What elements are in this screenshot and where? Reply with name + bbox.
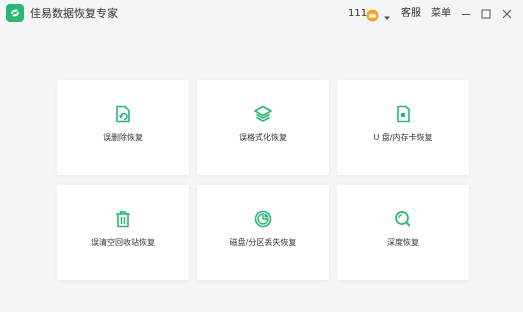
card-deep-recovery[interactable]: 深度恢复 xyxy=(337,185,469,280)
maximize-button[interactable] xyxy=(479,6,493,20)
card-label: 误删除恢复 xyxy=(103,133,143,142)
card-deleted-recovery[interactable]: 误删除恢复 xyxy=(57,80,189,175)
card-label: 误格式化恢复 xyxy=(239,133,287,142)
card-label: 磁盘/分区丢失恢复 xyxy=(229,238,297,247)
app-title: 佳易数据恢复专家 xyxy=(30,7,118,20)
coin-count: 111 xyxy=(348,8,368,19)
close-button[interactable] xyxy=(500,6,514,20)
sd-card-icon xyxy=(393,104,413,124)
layers-icon xyxy=(253,104,273,124)
chevron-down-icon[interactable] xyxy=(382,8,392,20)
app-logo-icon xyxy=(6,4,24,22)
card-usb-sd-recovery[interactable]: U 盘/内存卡恢复 xyxy=(337,80,469,175)
card-label: 误清空回收站恢复 xyxy=(91,238,155,247)
deep-search-icon xyxy=(393,209,413,229)
card-format-recovery[interactable]: 误格式化恢复 xyxy=(197,80,329,175)
app-window: 佳易数据恢复专家 111 客服 菜单 误删除恢复 误格式化恢复 U 盘/内存卡恢… xyxy=(0,0,523,312)
customer-service-link[interactable]: 客服 xyxy=(401,7,421,21)
recycle-file-icon xyxy=(113,104,133,124)
trash-icon xyxy=(113,209,133,229)
minimize-button[interactable] xyxy=(459,6,473,20)
crown-coin-icon[interactable] xyxy=(366,7,379,22)
card-recycle-bin-recovery[interactable]: 误清空回收站恢复 xyxy=(57,185,189,280)
menu-link[interactable]: 菜单 xyxy=(431,7,451,21)
card-partition-recovery[interactable]: 磁盘/分区丢失恢复 xyxy=(197,185,329,280)
pie-disk-icon xyxy=(253,209,273,229)
title-bar: 佳易数据恢复专家 111 客服 菜单 xyxy=(0,0,523,28)
card-label: U 盘/内存卡恢复 xyxy=(373,133,433,142)
card-label: 深度恢复 xyxy=(387,238,419,247)
